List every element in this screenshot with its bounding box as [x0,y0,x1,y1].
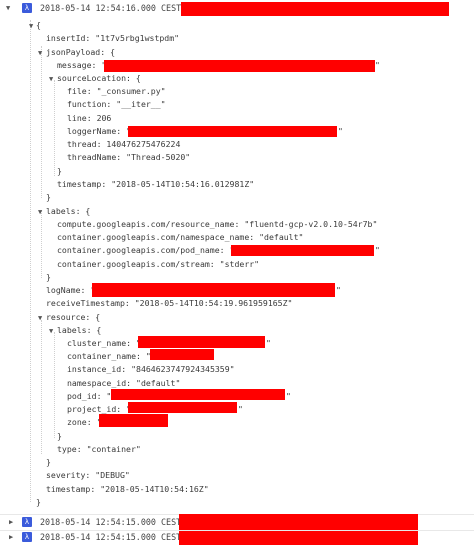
type-field: type: "container" [57,444,141,454]
redacted-message [104,60,375,72]
close-brace: } [46,272,51,282]
chevron-down-icon[interactable]: ▼ [38,47,42,60]
open-brace: { [36,20,41,30]
log-entry-timestamp: 2018-05-14 12:54:16.000 CEST [40,3,182,13]
labels-field[interactable]: labels: { [46,206,90,216]
timestamp-field: timestamp: "2018-05-14T10:54:16Z" [46,484,209,494]
indent-guide [41,320,42,454]
chevron-down-icon[interactable]: ▼ [29,20,33,33]
close-brace: } [46,457,51,467]
log-name-field: logName: " [46,285,96,295]
resource-labels-field[interactable]: labels: { [57,325,101,335]
pod-id-field: pod_id: " [67,391,112,401]
chevron-down-icon[interactable]: ▼ [38,206,42,219]
file-field: file: "_consumer.py" [67,86,166,96]
lambda-icon: λ [22,517,32,527]
message-field: message: " [57,60,107,70]
chevron-down-icon[interactable]: ▼ [38,312,42,325]
close-brace: } [36,497,41,507]
redacted-summary [181,2,449,16]
chevron-right-icon[interactable]: ▶ [9,531,13,544]
container-name-field: container_name: " [67,351,151,361]
redacted-cluster-name [138,336,265,348]
thread-name-field: threadName: "Thread-5020" [67,152,191,162]
redacted-summary [179,531,418,545]
receive-timestamp-field: receiveTimestamp: "2018-05-14T10:54:19.9… [46,298,293,308]
resource-field[interactable]: resource: { [46,312,100,322]
indent-guide [30,20,31,502]
insert-id-field: insertId: "1t7v5rbg1wstpdm" [46,33,180,43]
source-location-field[interactable]: sourceLocation: { [57,73,141,83]
indent-guide [41,210,42,278]
redacted-logger-name [128,126,337,137]
payload-timestamp-field: timestamp: "2018-05-14T10:54:16.012981Z" [57,179,255,189]
stream-label: container.googleapis.com/stream: "stderr… [57,259,260,269]
line-field: line: 206 [67,113,112,123]
log-viewer: ▼ λ 2018-05-14 12:54:16.000 CEST ▼ { ins… [0,0,474,545]
json-payload-field[interactable]: jsonPayload: { [46,47,115,57]
log-entry-header[interactable]: ▶ λ 2018-05-14 12:54:15.000 CEST [0,514,474,530]
log-entry-timestamp: 2018-05-14 12:54:15.000 CEST [40,517,182,527]
lambda-icon: λ [22,532,32,542]
redacted-log-name [92,283,335,297]
log-entry-timestamp: 2018-05-14 12:54:15.000 CEST [40,532,182,542]
thread-field: thread: 140476275476224 [67,139,181,149]
function-field: function: "__iter__" [67,99,166,109]
zone-field: zone: " [67,417,102,427]
redacted-zone [99,414,168,427]
close-brace: } [46,192,51,202]
redacted-pod-name [231,245,374,256]
namespace-id-field: namespace_id: "default" [67,378,181,388]
cluster-name-field: cluster_name: " [67,338,141,348]
log-entry-header[interactable]: ▼ λ 2018-05-14 12:54:16.000 CEST [0,2,474,16]
chevron-right-icon[interactable]: ▶ [9,516,13,529]
redacted-pod-id [111,389,285,400]
indent-guide [54,80,55,176]
close-brace: } [57,431,62,441]
close-brace: } [57,166,62,176]
indent-guide [41,46,42,198]
indent-guide [54,332,55,438]
project-id-field: project_id: " [67,404,132,414]
redacted-container-name [150,349,214,360]
log-entry-header[interactable]: ▶ λ 2018-05-14 12:54:15.000 CEST [0,531,474,545]
lambda-icon: λ [22,3,32,13]
redacted-project-id [128,402,237,413]
redacted-summary [179,514,418,530]
severity-field: severity: "DEBUG" [46,470,130,480]
resource-name-label: compute.googleapis.com/resource_name: "f… [57,219,378,229]
pod-name-label: container.googleapis.com/pod_name: " [57,245,235,255]
logger-name-field: loggerName: " [67,126,132,136]
instance-id-field: instance_id: "8464623747924345359" [67,364,235,374]
namespace-name-label: container.googleapis.com/namespace_name:… [57,232,304,242]
chevron-down-icon[interactable]: ▼ [6,2,10,15]
chevron-down-icon[interactable]: ▼ [49,73,53,86]
chevron-down-icon[interactable]: ▼ [49,325,53,338]
